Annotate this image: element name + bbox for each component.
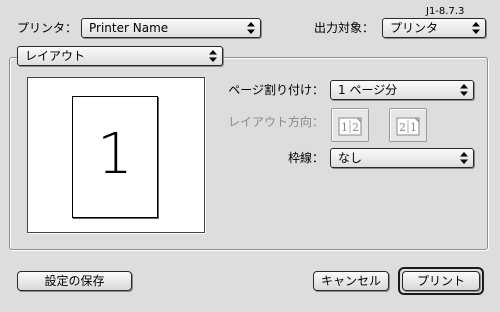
svg-text:2: 2 bbox=[399, 121, 406, 134]
print-button[interactable]: プリント bbox=[402, 271, 480, 291]
printer-label: プリンタ： bbox=[17, 21, 78, 35]
border-popup[interactable]: なし bbox=[330, 148, 474, 168]
direction-left-to-right-button[interactable]: 1 2 bbox=[331, 108, 369, 142]
popup-arrows-icon bbox=[459, 83, 469, 97]
preview-page-number: 1 bbox=[97, 122, 133, 187]
popup-arrows-icon bbox=[208, 49, 218, 63]
pages-per-sheet-popup[interactable]: 1 ページ分 bbox=[330, 80, 474, 100]
version-label: J1-8.7.3 bbox=[426, 6, 465, 17]
popup-arrows-icon bbox=[459, 151, 469, 165]
svg-text:2: 2 bbox=[352, 121, 359, 134]
panel-popup[interactable]: レイアウト bbox=[17, 46, 223, 66]
pages-per-sheet-label: ページ割り付け： bbox=[228, 83, 324, 97]
left-to-right-icon: 1 2 bbox=[338, 117, 362, 136]
svg-text:1: 1 bbox=[410, 121, 417, 134]
pages-per-sheet-value: 1 ページ分 bbox=[338, 83, 398, 97]
printer-popup[interactable]: Printer Name bbox=[81, 18, 261, 38]
layout-direction-label: レイアウト方向： bbox=[227, 115, 324, 129]
svg-text:1: 1 bbox=[341, 121, 348, 134]
save-settings-button[interactable]: 設定の保存 bbox=[17, 271, 132, 291]
direction-right-to-left-button[interactable]: 2 1 bbox=[389, 108, 427, 142]
cancel-button[interactable]: キャンセル bbox=[313, 271, 389, 291]
printer-popup-value: Printer Name bbox=[89, 21, 169, 35]
preview-page: 1 bbox=[72, 96, 158, 218]
border-label: 枠線： bbox=[287, 151, 324, 165]
popup-arrows-icon bbox=[471, 21, 481, 35]
destination-popup-value: プリンタ bbox=[390, 21, 439, 35]
panel-popup-value: レイアウト bbox=[25, 49, 86, 63]
popup-arrows-icon bbox=[246, 21, 256, 35]
destination-popup[interactable]: プリンタ bbox=[382, 18, 486, 38]
border-popup-value: なし bbox=[338, 151, 363, 165]
right-to-left-icon: 2 1 bbox=[396, 117, 420, 136]
destination-label: 出力対象： bbox=[314, 21, 375, 35]
